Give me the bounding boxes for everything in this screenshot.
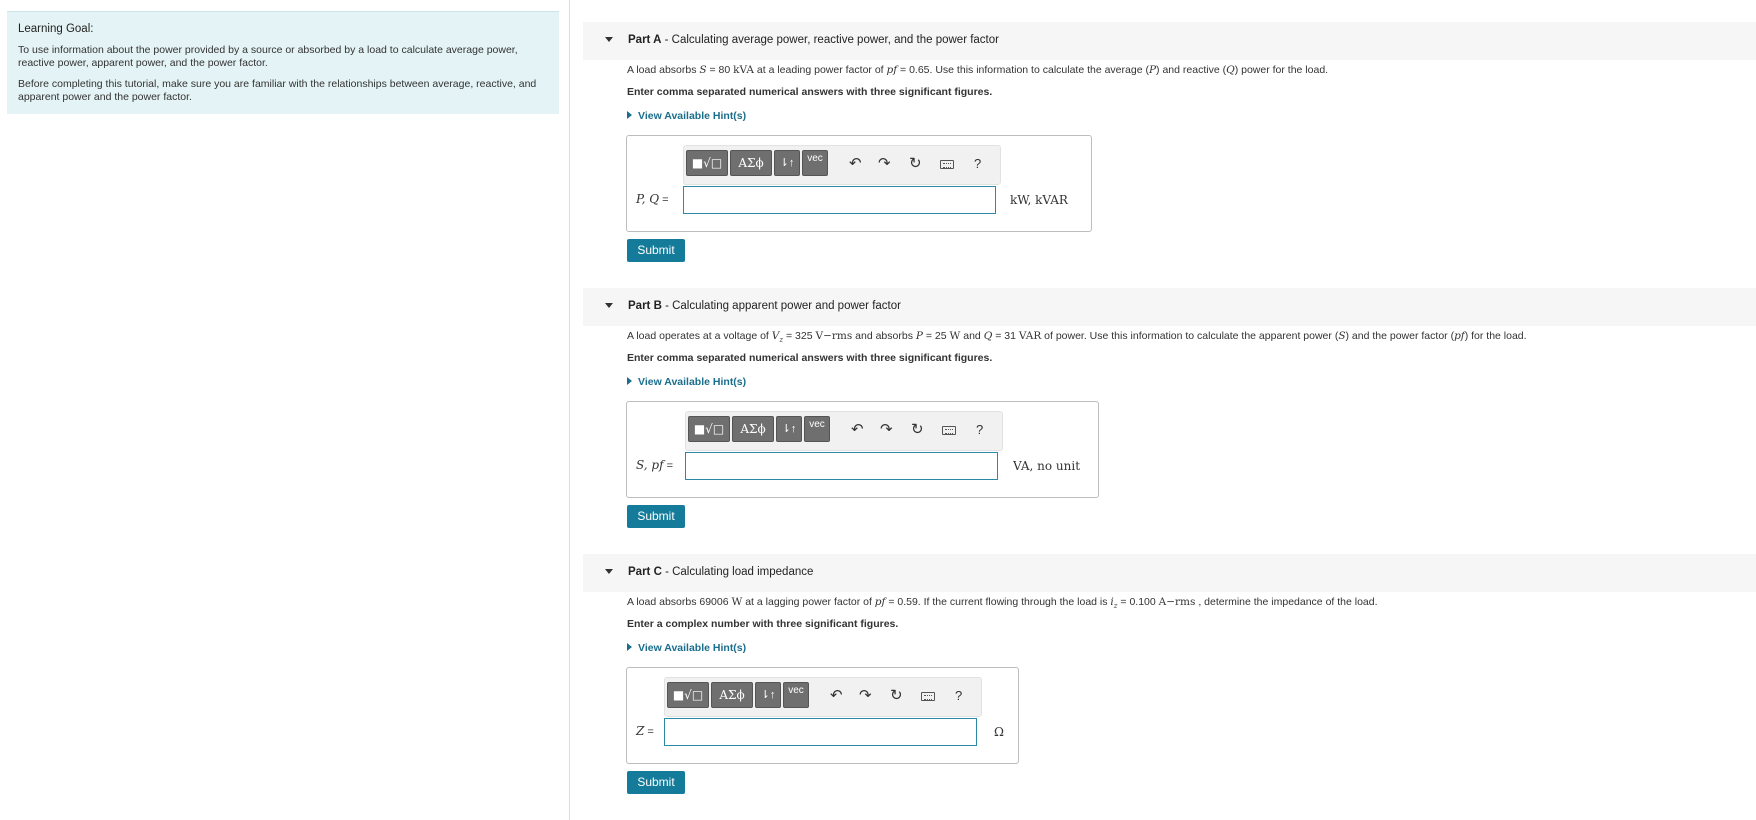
keyboard-icon[interactable] <box>942 426 956 435</box>
arrows-button[interactable]: ⇂↑ <box>774 150 800 176</box>
learning-goal-prerequisite: Before completing this tutorial, make su… <box>18 78 537 103</box>
part-b-submit-button[interactable]: Submit <box>627 505 685 528</box>
part-c-header[interactable]: Part C - Calculating load impedance <box>583 554 1756 592</box>
undo-icon[interactable]: ↶ <box>849 155 862 173</box>
templates-button[interactable]: ■√□ <box>686 150 728 176</box>
part-b-instruction: Enter comma separated numerical answers … <box>627 352 993 364</box>
part-a: Part A - Calculating average power, reac… <box>583 22 1756 262</box>
redo-icon[interactable]: ↷ <box>859 687 872 705</box>
collapse-caret-icon[interactable] <box>605 37 613 42</box>
part-b-variable-label: S, pf = <box>636 458 674 472</box>
part-a-units: kW, kVAR <box>1010 193 1068 207</box>
expand-triangle-icon <box>627 377 632 385</box>
redo-icon[interactable]: ↷ <box>880 421 893 439</box>
part-b-header[interactable]: Part B - Calculating apparent power and … <box>583 288 1756 326</box>
part-c-answer-box: ■√□ ΑΣϕ ⇂↑ vec ↶ ↷ ↻ ? Z = Ω <box>626 667 1019 764</box>
part-b-title: Part B - Calculating apparent power and … <box>628 300 901 312</box>
part-a-answer-input[interactable] <box>683 186 996 214</box>
vec-button[interactable]: vec <box>802 150 828 176</box>
part-c-instruction: Enter a complex number with three signif… <box>627 618 899 630</box>
part-c-variable-label: Z = <box>636 724 654 738</box>
templates-button[interactable]: ■√□ <box>667 682 709 708</box>
part-a-instruction: Enter comma separated numerical answers … <box>627 86 993 98</box>
math-toolbar: ■√□ ΑΣϕ ⇂↑ vec ↶ ↷ ↻ ? <box>664 677 982 717</box>
keyboard-icon[interactable] <box>940 160 954 169</box>
math-toolbar: ■√□ ΑΣϕ ⇂↑ vec ↶ ↷ ↻ ? <box>683 145 1001 185</box>
undo-icon[interactable]: ↶ <box>851 421 864 439</box>
greek-symbols-button[interactable]: ΑΣϕ <box>730 150 772 176</box>
reset-icon[interactable]: ↻ <box>890 687 903 705</box>
part-a-problem: A load absorbs S = 80 kVA at a leading p… <box>627 64 1329 76</box>
arrows-button[interactable]: ⇂↑ <box>776 416 802 442</box>
part-c-answer-input[interactable] <box>664 718 977 746</box>
greek-symbols-button[interactable]: ΑΣϕ <box>732 416 774 442</box>
keyboard-icon[interactable] <box>921 692 935 701</box>
part-a-submit-button[interactable]: Submit <box>627 239 685 262</box>
part-b: Part B - Calculating apparent power and … <box>583 288 1756 528</box>
part-b-hint-toggle[interactable]: View Available Hint(s) <box>627 376 746 388</box>
greek-symbols-button[interactable]: ΑΣϕ <box>711 682 753 708</box>
reset-icon[interactable]: ↻ <box>909 155 922 173</box>
vec-button[interactable]: vec <box>804 416 830 442</box>
part-c-hint-toggle[interactable]: View Available Hint(s) <box>627 642 746 654</box>
undo-icon[interactable]: ↶ <box>830 687 843 705</box>
help-icon[interactable]: ? <box>955 687 962 705</box>
part-c-submit-button[interactable]: Submit <box>627 771 685 794</box>
collapse-caret-icon[interactable] <box>605 569 613 574</box>
part-a-header[interactable]: Part A - Calculating average power, reac… <box>583 22 1756 60</box>
part-c-problem: A load absorbs 69006 W at a lagging powe… <box>627 596 1378 611</box>
part-b-units: VA, no unit <box>1013 459 1081 473</box>
expand-triangle-icon <box>627 111 632 119</box>
learning-goal-box: Learning Goal: To use information about … <box>7 11 559 114</box>
part-c-title: Part C - Calculating load impedance <box>628 566 814 578</box>
templates-button[interactable]: ■√□ <box>688 416 730 442</box>
help-icon[interactable]: ? <box>974 155 981 173</box>
math-toolbar: ■√□ ΑΣϕ ⇂↑ vec ↶ ↷ ↻ ? <box>685 411 1003 451</box>
part-b-problem: A load operates at a voltage of Vz = 325… <box>627 330 1527 345</box>
collapse-caret-icon[interactable] <box>605 303 613 308</box>
part-a-hint-toggle[interactable]: View Available Hint(s) <box>627 110 746 122</box>
help-icon[interactable]: ? <box>976 421 983 439</box>
part-a-variable-label: P, Q = <box>636 192 669 206</box>
part-c: Part C - Calculating load impedance A lo… <box>583 554 1756 804</box>
arrows-button[interactable]: ⇂↑ <box>755 682 781 708</box>
learning-goal-title: Learning Goal: <box>18 23 94 35</box>
expand-triangle-icon <box>627 643 632 651</box>
reset-icon[interactable]: ↻ <box>911 421 924 439</box>
part-a-title: Part A - Calculating average power, reac… <box>628 34 999 46</box>
part-a-answer-box: ■√□ ΑΣϕ ⇂↑ vec ↶ ↷ ↻ ? P, Q = kW, kVAR <box>626 135 1092 232</box>
learning-goal-text: To use information about the power provi… <box>18 44 518 69</box>
redo-icon[interactable]: ↷ <box>878 155 891 173</box>
part-c-units: Ω <box>994 725 1004 739</box>
part-b-answer-box: ■√□ ΑΣϕ ⇂↑ vec ↶ ↷ ↻ ? S, pf = VA, no un… <box>626 401 1099 498</box>
left-panel: Learning Goal: To use information about … <box>0 0 570 820</box>
part-b-answer-input[interactable] <box>685 452 998 480</box>
vec-button[interactable]: vec <box>783 682 809 708</box>
